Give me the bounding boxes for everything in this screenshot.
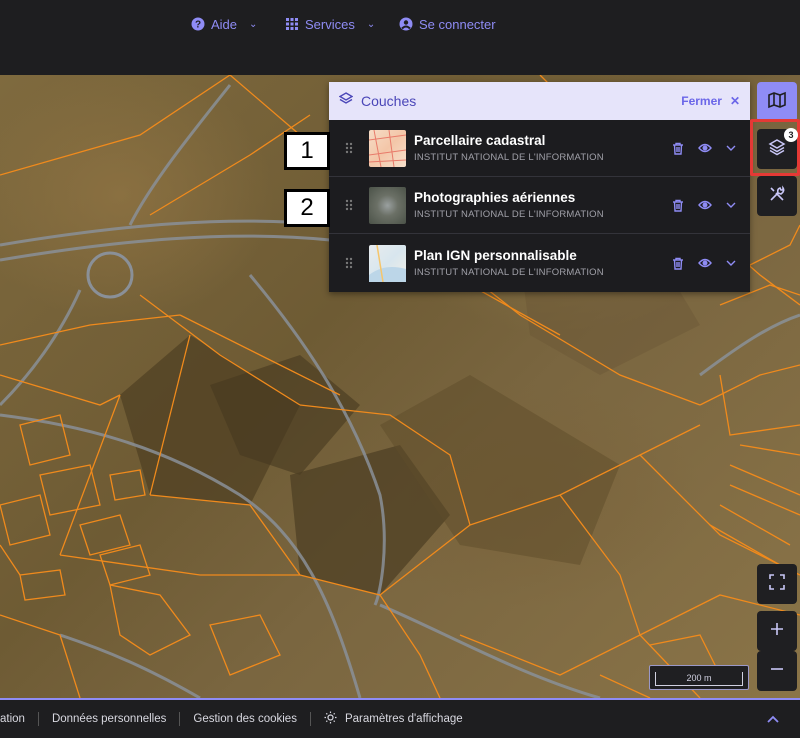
drag-handle-icon[interactable]	[329, 142, 369, 154]
close-label: Fermer	[681, 94, 722, 108]
help-menu[interactable]: ? Aide ⌄	[191, 15, 257, 33]
layer-thumbnail	[369, 244, 406, 282]
help-label: Aide	[211, 16, 238, 32]
fullscreen-button[interactable]	[757, 564, 797, 604]
divider	[179, 712, 181, 726]
user-icon	[399, 17, 413, 31]
chevron-down-icon[interactable]	[726, 202, 736, 208]
display-settings-label: Paramètres d'affichage	[344, 713, 463, 725]
services-menu[interactable]: Services ⌄	[285, 15, 375, 33]
chevron-down-icon: ⌄	[366, 18, 376, 30]
callout-1: 1	[284, 132, 330, 170]
layer-item[interactable]: Photographies aériennes INSTITUT NATIONA…	[329, 177, 750, 234]
map-button[interactable]	[757, 82, 797, 122]
layer-thumbnail	[369, 186, 406, 224]
plus-icon	[770, 622, 784, 641]
eye-icon[interactable]	[698, 200, 712, 210]
footer: ation Données personnelles Gestion des c…	[0, 698, 800, 738]
layers-count-badge: 3	[784, 128, 798, 142]
chevron-down-icon[interactable]	[726, 260, 736, 266]
trash-icon[interactable]	[672, 257, 684, 270]
help-icon: ?	[191, 17, 205, 31]
personal-data-link[interactable]: Données personnelles	[52, 713, 166, 725]
minus-icon	[770, 662, 784, 681]
tools-icon	[768, 184, 786, 208]
svg-text:?: ?	[195, 20, 201, 31]
sun-icon	[324, 711, 337, 727]
tools-button[interactable]	[757, 176, 797, 216]
footer-link-truncated[interactable]: ation	[0, 713, 25, 725]
login-link[interactable]: Se connecter	[399, 15, 496, 33]
layer-thumbnail	[368, 129, 407, 167]
drag-handle-icon[interactable]	[329, 199, 369, 211]
layer-name: Plan IGN personnalisable	[414, 248, 577, 263]
layer-item[interactable]: Parcellaire cadastral INSTITUT NATIONAL …	[329, 120, 750, 177]
zoom-in-button[interactable]	[757, 611, 797, 651]
layers-icon	[768, 138, 786, 161]
close-icon: ✕	[729, 94, 740, 108]
trash-icon[interactable]	[672, 142, 684, 155]
zoom-out-button[interactable]	[757, 651, 797, 691]
layer-name: Photographies aériennes	[414, 190, 576, 205]
layers-panel: Couches Fermer ✕ Parcellaire cadastral I…	[329, 82, 750, 292]
layer-item[interactable]: Plan IGN personnalisable INSTITUT NATION…	[329, 234, 750, 292]
eye-icon[interactable]	[698, 258, 712, 268]
display-settings-link[interactable]: Paramètres d'affichage	[324, 711, 463, 727]
layer-source: INSTITUT NATIONAL DE L'INFORMATION	[414, 267, 604, 278]
divider	[37, 712, 39, 726]
layer-source: INSTITUT NATIONAL DE L'INFORMATION	[414, 209, 604, 220]
layers-panel-header: Couches Fermer ✕	[329, 82, 750, 120]
chevron-down-icon: ⌄	[249, 18, 258, 30]
divider	[309, 712, 311, 726]
eye-icon[interactable]	[698, 143, 712, 153]
layers-panel-title: Couches	[361, 93, 417, 109]
scale-bar	[655, 672, 743, 686]
grid-icon	[285, 17, 299, 31]
login-label: Se connecter	[419, 16, 496, 32]
services-label: Services	[305, 16, 355, 32]
layers-icon	[338, 91, 354, 111]
layer-name: Parcellaire cadastral	[414, 133, 546, 148]
cookies-link[interactable]: Gestion des cookies	[193, 713, 297, 725]
drag-handle-icon[interactable]	[329, 257, 369, 269]
close-panel-button[interactable]: Fermer ✕	[681, 94, 740, 108]
chevron-down-icon[interactable]	[726, 145, 736, 151]
chevron-up-icon[interactable]	[767, 714, 779, 726]
callout-2: 2	[284, 189, 330, 227]
layer-source: INSTITUT NATIONAL DE L'INFORMATION	[414, 152, 604, 163]
top-bar: ? Aide ⌄ Services ⌄ Se connecter	[0, 0, 800, 75]
fullscreen-icon	[769, 573, 785, 595]
map-icon	[768, 91, 786, 114]
trash-icon[interactable]	[672, 199, 684, 212]
